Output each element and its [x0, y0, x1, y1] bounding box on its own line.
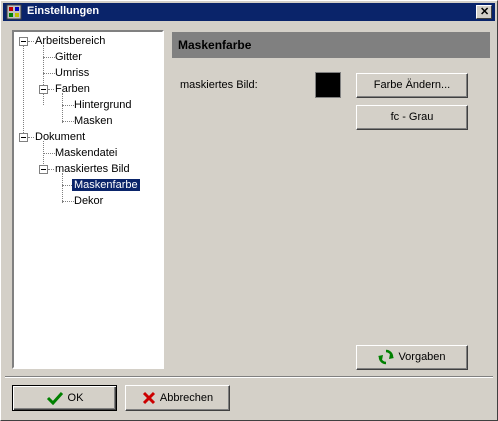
tree-line — [48, 89, 54, 90]
tree-line — [28, 137, 34, 138]
tree-item-masken[interactable]: Masken — [74, 114, 113, 129]
tree-item-label: Masken — [74, 115, 113, 127]
title-bar[interactable]: Einstellungen ✕ — [3, 3, 495, 21]
tree-line — [62, 173, 63, 203]
grey-button[interactable]: fc - Grau — [356, 105, 468, 130]
tree-item-label: Farben — [55, 83, 90, 95]
panel-title: Maskenfarbe — [178, 38, 252, 52]
change-color-label: Farbe Ändern... — [373, 79, 451, 91]
grey-label: fc - Grau — [390, 111, 434, 123]
app-icon — [6, 4, 22, 20]
panel-header: Maskenfarbe — [172, 32, 490, 58]
tree-line — [62, 105, 74, 106]
settings-tree[interactable]: Arbeitsbereich Gitter Umriss Farben Hint… — [12, 30, 164, 369]
close-button[interactable]: ✕ — [476, 5, 492, 19]
tree-line — [62, 201, 74, 202]
tree-item-dekor[interactable]: Dekor — [74, 194, 103, 209]
tree-item-hintergrund[interactable]: Hintergrund — [74, 98, 131, 113]
separator — [5, 376, 493, 378]
tree-item-maskendatei[interactable]: Maskendatei — [55, 146, 117, 161]
tree-line — [48, 169, 54, 170]
tree-line — [28, 41, 34, 42]
tree-line — [43, 153, 55, 154]
collapse-icon[interactable] — [19, 133, 28, 142]
refresh-icon — [378, 349, 395, 365]
tree-line — [43, 73, 55, 74]
checkmark-icon — [46, 392, 63, 406]
defaults-button[interactable]: Vorgaben — [356, 345, 468, 370]
tree-item-gitter[interactable]: Gitter — [55, 50, 82, 65]
ok-button[interactable]: OK — [12, 385, 117, 411]
tree-item-arbeitsbereich[interactable]: Arbeitsbereich — [35, 34, 105, 49]
tree-item-label: Gitter — [55, 51, 82, 63]
ok-label: OK — [67, 392, 84, 404]
tree-item-dokument[interactable]: Dokument — [35, 130, 85, 145]
tree-item-label: Arbeitsbereich — [35, 35, 106, 47]
tree-item-label: Umriss — [55, 67, 90, 79]
x-icon — [142, 392, 155, 405]
tree-line — [62, 121, 74, 122]
collapse-icon[interactable] — [39, 165, 48, 174]
change-color-button[interactable]: Farbe Ändern... — [356, 73, 468, 98]
window-title: Einstellungen — [27, 5, 100, 17]
tree-item-umriss[interactable]: Umriss — [55, 66, 89, 81]
tree-line — [43, 45, 44, 105]
tree-line — [62, 93, 63, 123]
tree-item-maskenfarbe[interactable]: Maskenfarbe — [72, 178, 140, 193]
cancel-button[interactable]: Abbrechen — [125, 385, 230, 411]
tree-item-label: maskiertes Bild — [55, 163, 130, 175]
tree-item-label: Hintergrund — [74, 99, 132, 111]
cancel-label: Abbrechen — [159, 392, 214, 404]
defaults-label: Vorgaben — [398, 351, 446, 363]
color-swatch[interactable] — [315, 72, 341, 98]
tree-item-label: Dekor — [74, 195, 104, 207]
collapse-icon[interactable] — [19, 37, 28, 46]
tree-item-maskiertes-bild[interactable]: maskiertes Bild — [55, 162, 130, 177]
tree-item-farben[interactable]: Farben — [55, 82, 90, 97]
tree-item-label: Maskendatei — [55, 147, 118, 159]
tree-line — [43, 57, 55, 58]
tree-item-label: Dokument — [35, 131, 86, 143]
tree-line — [23, 45, 24, 137]
masked-image-label: maskiertes Bild: — [180, 79, 258, 91]
tree-item-label-selected: Maskenfarbe — [72, 179, 140, 191]
collapse-icon[interactable] — [39, 85, 48, 94]
settings-dialog: Einstellungen ✕ Arbeitsbereich Gitter Um… — [0, 0, 498, 421]
close-icon: ✕ — [480, 6, 490, 18]
